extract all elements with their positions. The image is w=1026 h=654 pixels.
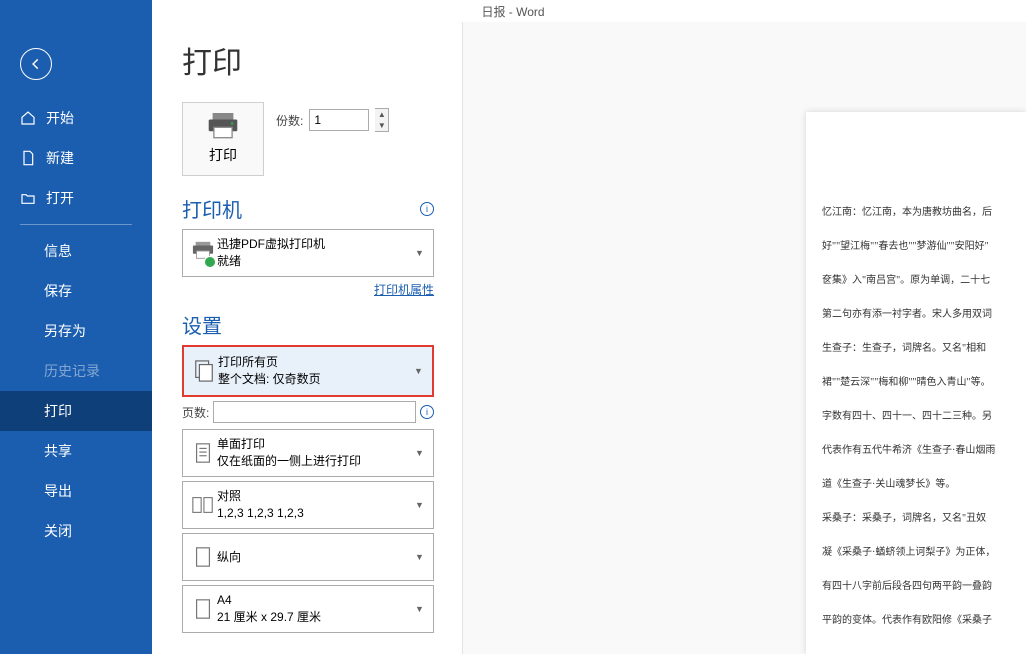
file-icon [20,150,36,166]
preview-line: 有四十八字前后段各四句两平韵一叠韵 [822,576,1010,598]
paper-title: A4 [217,592,415,609]
nav-open-label: 打开 [46,188,74,208]
preview-line: 平韵的变体。代表作有欧阳修《采桑子 [822,610,1010,632]
portrait-icon [194,546,212,568]
arrow-left-icon [29,57,43,71]
nav-saveas[interactable]: 另存为 [0,311,152,351]
nav-divider [20,224,132,225]
printer-properties-link[interactable]: 打印机属性 [374,283,434,297]
print-pages-sub: 整个文档: 仅奇数页 [218,371,414,388]
preview-line: 奁集》入"南吕宫"。原为单调，二十七 [822,270,1010,292]
nav-print[interactable]: 打印 [0,391,152,431]
nav-close[interactable]: 关闭 [0,511,152,551]
copies-input[interactable] [309,109,369,131]
preview-line: 好""望江梅""春去也""梦游仙""安阳好" [822,236,1010,258]
preview-line: 凝《采桑子·蝤蛴领上诃梨子》为正体， [822,542,1010,564]
orientation-title: 纵向 [217,549,415,566]
sidebar: 开始 新建 打开 信息 保存 另存为 历史记录 打印 共享 导出 关闭 [0,0,152,654]
print-button-label: 打印 [209,145,237,165]
nav-history: 历史记录 [0,351,152,391]
nav-new[interactable]: 新建 [0,138,152,178]
copies-label: 份数: [276,112,303,129]
pages-icon [193,359,215,383]
duplex-title: 单面打印 [217,436,415,453]
back-button[interactable] [20,48,52,80]
printer-status: 就绪 [217,253,415,270]
nav-save[interactable]: 保存 [0,271,152,311]
pages-info-icon[interactable]: i [420,405,434,419]
page-title: 打印 [182,38,434,82]
copies-down[interactable]: ▼ [375,120,388,131]
settings-column: 打印 打印 份数: ▲ ▼ 打印机 i [152,22,462,654]
print-pages-title: 打印所有页 [218,354,414,371]
printer-dropdown[interactable]: 迅捷PDF虚拟打印机 就绪 ▼ [182,229,434,277]
printer-info-icon[interactable]: i [420,202,434,216]
single-side-icon [192,441,214,465]
paper-dropdown[interactable]: A4 21 厘米 x 29.7 厘米 ▼ [182,585,434,633]
printer-status-icon [192,241,214,266]
preview-line: 采桑子：采桑子，词牌名，又名"丑奴 [822,508,1010,530]
paper-icon [194,598,212,620]
collate-sub: 1,2,3 1,2,3 1,2,3 [217,505,415,522]
nav-info[interactable]: 信息 [0,231,152,271]
preview-line: 字数有四十、四十一、四十二三种。另 [822,406,1010,428]
settings-section-header: 设置 [182,310,434,339]
nav-start[interactable]: 开始 [0,98,152,138]
page-preview: 忆江南：忆江南，本为唐教坊曲名，后 好""望江梅""春去也""梦游仙""安阳好"… [806,112,1026,654]
paper-sub: 21 厘米 x 29.7 厘米 [217,609,415,626]
preview-line: 生查子：生查子，词牌名。又名"相和 [822,338,1010,360]
preview-column: 忆江南：忆江南，本为唐教坊曲名，后 好""望江梅""春去也""梦游仙""安阳好"… [462,22,1026,654]
folder-open-icon [20,190,36,206]
chevron-down-icon: ▼ [415,604,427,614]
main-area: 打印 打印 份数: ▲ ▼ 打印机 i [152,22,1026,654]
nav-start-label: 开始 [46,108,74,128]
chevron-down-icon: ▼ [415,552,427,562]
preview-line: 第二句亦有添一衬字者。宋人多用双词 [822,304,1010,326]
nav-share[interactable]: 共享 [0,431,152,471]
print-button[interactable]: 打印 [182,102,264,176]
printer-name: 迅捷PDF虚拟打印机 [217,236,415,253]
pages-input[interactable] [213,401,416,423]
chevron-down-icon: ▼ [415,448,427,458]
chevron-down-icon: ▼ [414,366,426,376]
collate-dropdown[interactable]: 对照 1,2,3 1,2,3 1,2,3 ▼ [182,481,434,529]
preview-line: 忆江南：忆江南，本为唐教坊曲名，后 [822,202,1010,224]
collate-title: 对照 [217,488,415,505]
duplex-dropdown[interactable]: 单面打印 仅在纸面的一侧上进行打印 ▼ [182,429,434,477]
copies-spinner: ▲ ▼ [375,108,389,132]
preview-line: 代表作有五代牛希济《生查子·春山烟雨 [822,440,1010,462]
nav-export[interactable]: 导出 [0,471,152,511]
preview-line: 道《生查子·关山魂梦长》等。 [822,474,1010,496]
collate-icon [191,494,215,516]
preview-line: 裙""楚云深""梅和柳""晴色入青山"等。 [822,372,1010,394]
duplex-sub: 仅在纸面的一侧上进行打印 [217,453,415,470]
orientation-dropdown[interactable]: 纵向 ▼ [182,533,434,581]
chevron-down-icon: ▼ [415,500,427,510]
printer-icon [207,113,239,139]
nav-new-label: 新建 [46,148,74,168]
printer-section-header: 打印机 i [182,194,434,223]
titlebar: 日报 - Word [0,0,1026,22]
copies-up[interactable]: ▲ [375,109,388,120]
print-pages-dropdown[interactable]: 打印所有页 整个文档: 仅奇数页 ▼ [182,345,434,397]
pages-label: 页数: [182,404,209,421]
chevron-down-icon: ▼ [415,248,427,258]
nav-open[interactable]: 打开 [0,178,152,218]
home-icon [20,110,36,126]
